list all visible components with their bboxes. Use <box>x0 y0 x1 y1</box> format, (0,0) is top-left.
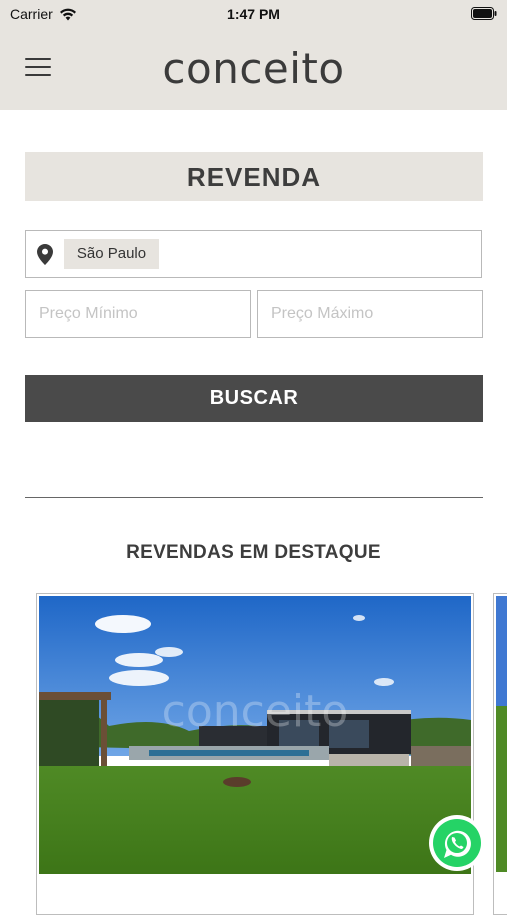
price-min-input[interactable] <box>25 290 251 338</box>
next-photo-thumb <box>496 596 507 872</box>
location-field[interactable]: São Paulo <box>25 230 482 278</box>
whatsapp-icon <box>429 815 485 871</box>
location-chip[interactable]: São Paulo <box>64 239 159 269</box>
status-time: 1:47 PM <box>227 6 280 22</box>
listing-photo: conceito <box>39 596 471 874</box>
listing-card[interactable]: conceito <box>36 593 474 915</box>
house-photo-illustration: conceito <box>39 596 471 874</box>
search-button[interactable]: BUSCAR <box>25 375 483 422</box>
section-divider <box>25 497 483 498</box>
app-header: conceito <box>0 28 507 110</box>
status-bar: Carrier 1:47 PM <box>0 0 507 28</box>
logo: conceito <box>0 44 507 93</box>
map-pin-icon <box>37 244 53 265</box>
whatsapp-button[interactable] <box>428 814 486 872</box>
featured-section-title: REVENDAS EM DESTAQUE <box>126 542 381 563</box>
logo-text: conceito <box>162 44 345 93</box>
photo-watermark: conceito <box>162 686 349 737</box>
battery-icon <box>471 7 497 20</box>
next-listing-card[interactable] <box>493 593 507 915</box>
page-title: REVENDA <box>25 152 483 201</box>
price-max-input[interactable] <box>257 290 483 338</box>
